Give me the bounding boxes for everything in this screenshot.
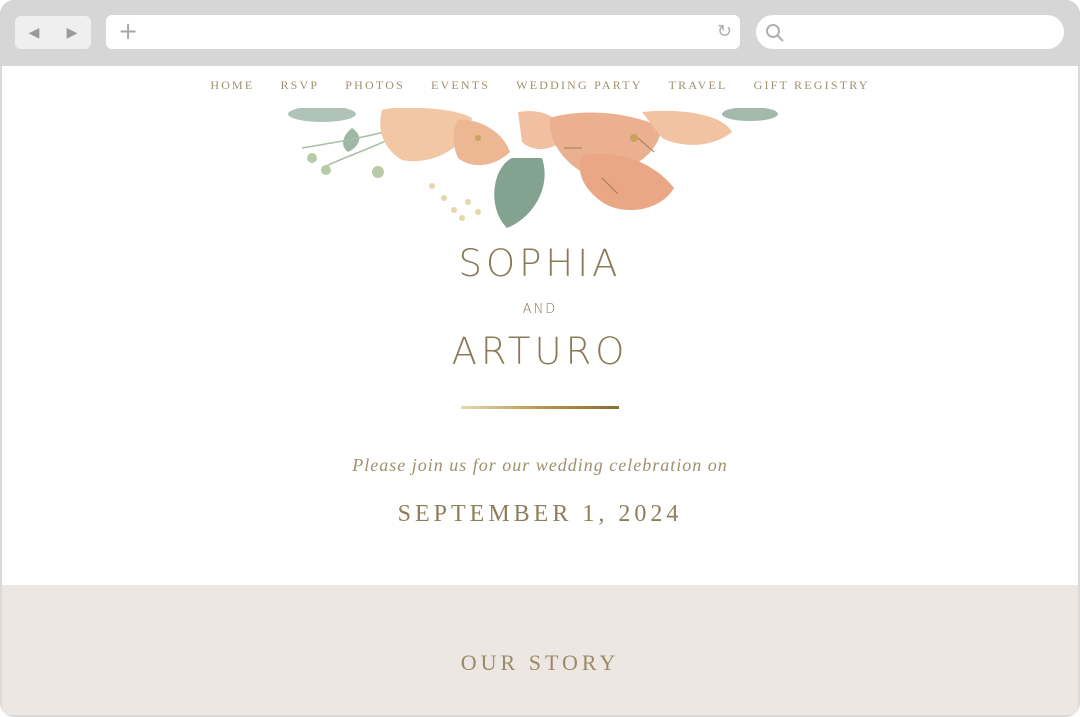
nav-photos[interactable]: PHOTOS [345,78,405,93]
nav-home[interactable]: HOME [210,78,254,93]
invitation-text: Please join us for our wedding celebrati… [352,455,728,475]
partner-one-name: SOPHIA [458,242,622,285]
our-story-section: OUR STORY [2,585,1078,715]
floral-illustration [288,108,778,228]
nav-travel[interactable]: TRAVEL [669,78,728,93]
browser-window: ◀ ▶ + ↻ HOME RSVP PHOTOS EVENTS WEDDING … [0,0,1080,717]
address-bar[interactable]: + ↻ [106,15,740,49]
our-story-heading: OUR STORY [460,650,620,675]
plus-icon[interactable]: + [118,17,138,45]
wedding-website: HOME RSVP PHOTOS EVENTS WEDDING PARTY TR… [2,66,1078,715]
nav-gift-registry[interactable]: GIFT REGISTRY [754,78,870,93]
nav-rsvp[interactable]: RSVP [280,78,319,93]
history-buttons: ◀ ▶ [15,16,91,49]
and-divider-text: AND [522,302,558,317]
gold-divider [461,406,619,409]
nav-wedding-party[interactable]: WEDDING PARTY [516,78,642,93]
search-input[interactable] [756,15,1064,49]
forward-arrow-icon[interactable]: ▶ [67,25,78,41]
browser-toolbar: ◀ ▶ + ↻ [0,0,1080,66]
search-icon [766,24,784,42]
site-navigation: HOME RSVP PHOTOS EVENTS WEDDING PARTY TR… [2,66,1078,104]
partner-two-name: ARTURO [451,330,629,373]
wedding-date: SEPTEMBER 1, 2024 [397,501,683,527]
back-arrow-icon[interactable]: ◀ [29,25,40,41]
nav-events[interactable]: EVENTS [431,78,490,93]
reload-icon[interactable]: ↻ [717,21,732,42]
